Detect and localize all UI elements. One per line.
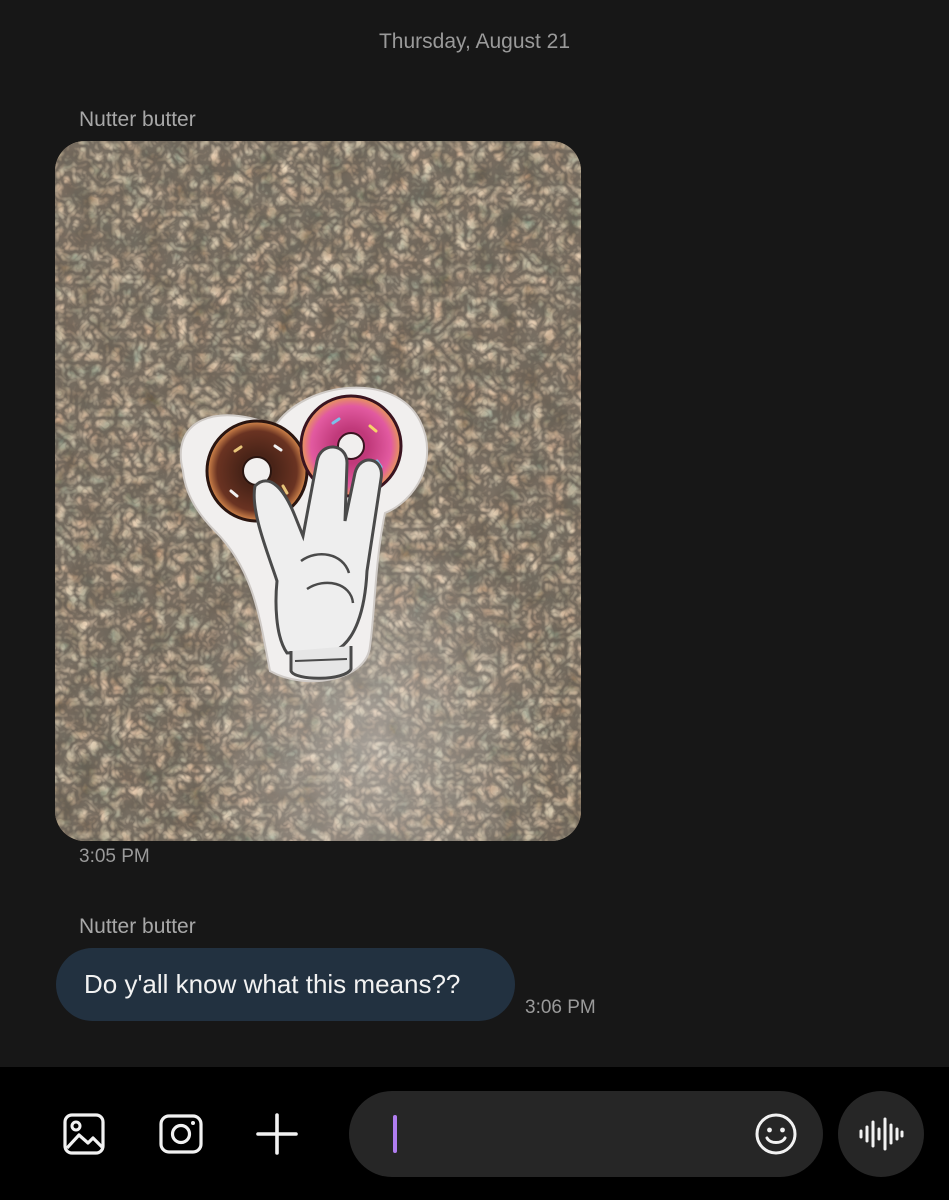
emoji-button[interactable] xyxy=(753,1111,799,1162)
text-caret xyxy=(393,1115,397,1153)
composer-bar xyxy=(0,1067,949,1200)
add-attachment-button[interactable] xyxy=(249,1106,305,1162)
voice-message-button[interactable] xyxy=(838,1091,924,1177)
sticker-photo-image xyxy=(55,141,581,841)
sender-name: Nutter butter xyxy=(79,915,196,938)
date-header: Thursday, August 21 xyxy=(378,30,571,53)
voice-waveform-icon xyxy=(859,1117,904,1151)
emoji-icon xyxy=(755,1113,797,1155)
gallery-button[interactable] xyxy=(56,1106,112,1162)
message-bubble[interactable]: Do y'all know what this means?? xyxy=(56,948,515,1021)
gallery-icon xyxy=(63,1113,105,1155)
message-photo[interactable] xyxy=(55,141,581,841)
camera-icon xyxy=(159,1114,203,1154)
message-timestamp: 3:06 PM xyxy=(525,997,596,1018)
chat-screen: Thursday, August 21 Nutter butter 3:05 P… xyxy=(0,0,949,1200)
camera-button[interactable] xyxy=(153,1106,209,1162)
message-timestamp: 3:05 PM xyxy=(79,846,150,867)
sender-name: Nutter butter xyxy=(79,108,196,131)
plus-icon xyxy=(256,1113,298,1155)
message-input-overlay xyxy=(349,1091,823,1177)
